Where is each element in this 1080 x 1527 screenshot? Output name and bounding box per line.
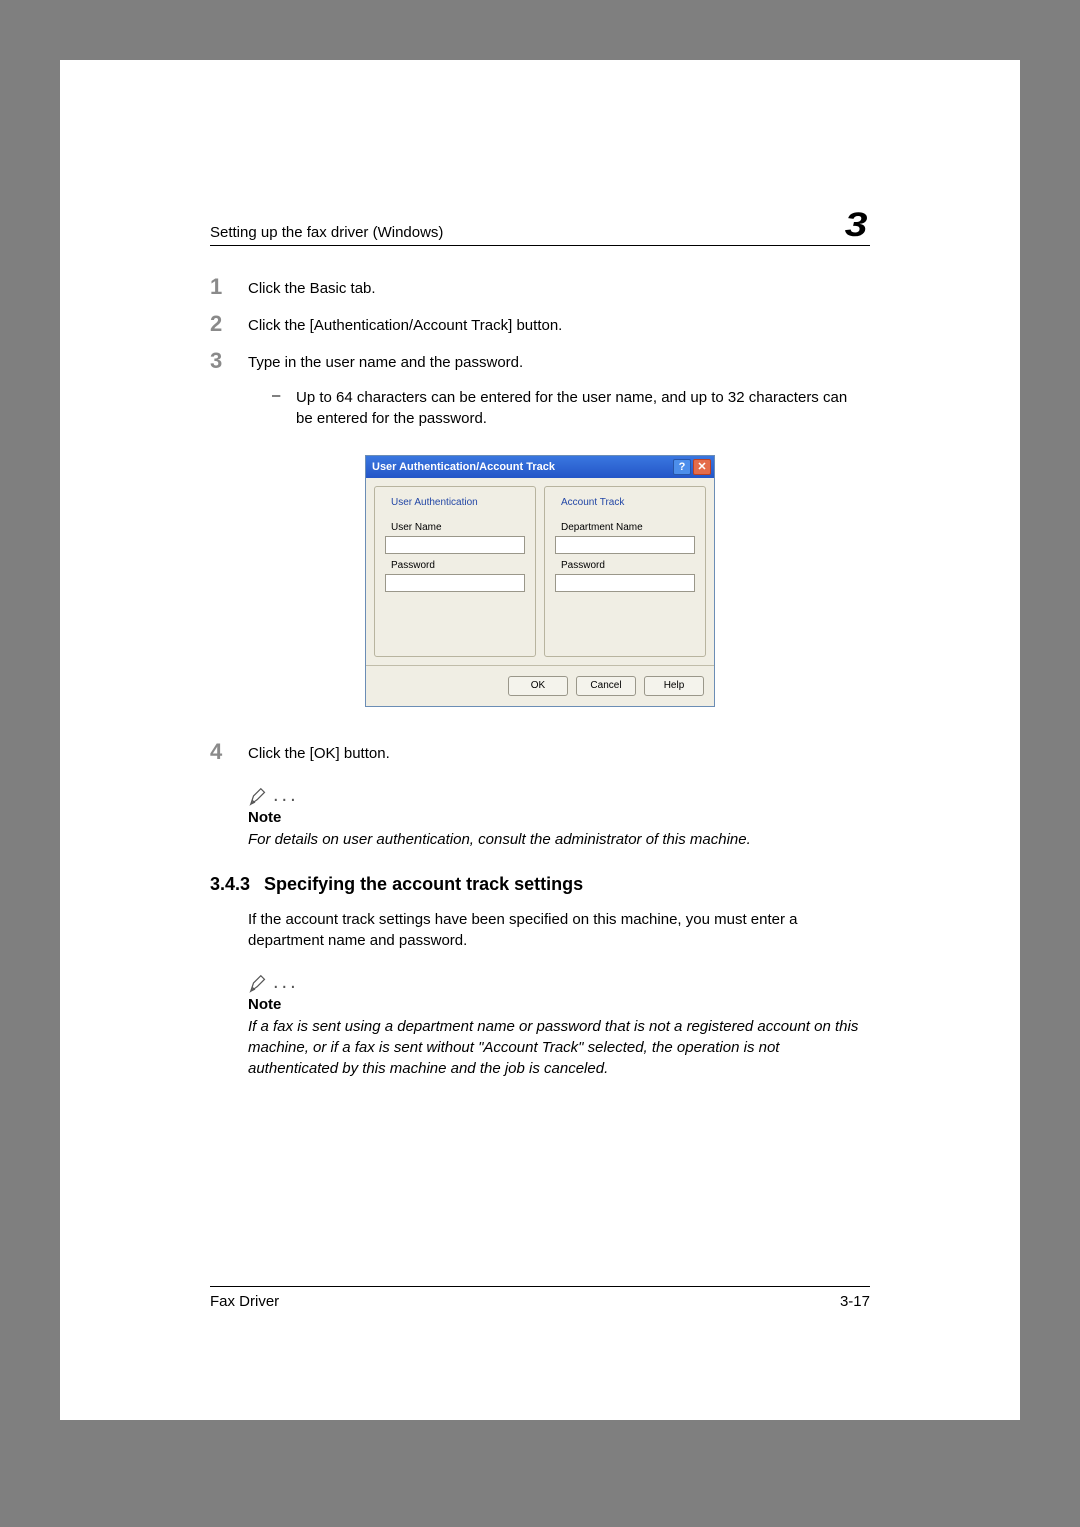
note-icon: ... — [248, 971, 870, 994]
dots-icon: ... — [273, 971, 299, 994]
user-auth-fieldset: User Authentication User Name Password — [374, 486, 536, 657]
chapter-number: 3 — [845, 210, 873, 241]
note-label: Note — [248, 996, 870, 1013]
auth-dialog: User Authentication/Account Track ? ✕ Us… — [365, 455, 715, 707]
fieldset-legend: User Authentication — [387, 497, 482, 508]
step-number: 1 — [210, 276, 248, 299]
dialog-titlebar: User Authentication/Account Track ? ✕ — [366, 456, 714, 478]
step-text: Type in the user name and the password. — [248, 350, 523, 373]
step-number: 4 — [210, 741, 248, 764]
sub-bullet: – Up to 64 characters can be entered for… — [272, 387, 850, 429]
bullet-dash: – — [272, 387, 296, 429]
note-body: If a fax is sent using a department name… — [248, 1016, 870, 1079]
step-1: 1 Click the Basic tab. — [210, 276, 870, 299]
page-footer: Fax Driver 3-17 — [210, 1286, 870, 1310]
step-text: Click the [OK] button. — [248, 741, 390, 764]
ok-button[interactable]: OK — [508, 676, 568, 696]
help-icon[interactable]: ? — [673, 459, 691, 475]
pencil-icon — [248, 972, 270, 994]
section-title: Specifying the account track settings — [264, 874, 583, 894]
close-icon[interactable]: ✕ — [693, 459, 711, 475]
note-body: For details on user authentication, cons… — [248, 829, 870, 850]
field-label-password: Password — [385, 560, 525, 571]
note-1: ... Note For details on user authenticat… — [248, 784, 870, 850]
account-track-fieldset: Account Track Department Name Password — [544, 486, 706, 657]
note-icon: ... — [248, 784, 870, 807]
step-2: 2 Click the [Authentication/Account Trac… — [210, 313, 870, 336]
username-input[interactable] — [385, 536, 525, 554]
dots-icon: ... — [273, 784, 299, 807]
note-label: Note — [248, 809, 870, 826]
section-body: If the account track settings have been … — [248, 909, 870, 951]
dialog-screenshot: User Authentication/Account Track ? ✕ Us… — [210, 455, 870, 707]
dialog-title: User Authentication/Account Track — [372, 461, 555, 473]
document-page: Setting up the fax driver (Windows) 3 1 … — [60, 60, 1020, 1420]
dialog-body: User Authentication User Name Password A… — [366, 478, 714, 665]
account-password-input[interactable] — [555, 574, 695, 592]
pencil-icon — [248, 785, 270, 807]
dialog-footer: OK Cancel Help — [366, 665, 714, 706]
step-4: 4 Click the [OK] button. — [210, 741, 870, 764]
help-button[interactable]: Help — [644, 676, 704, 696]
cancel-button[interactable]: Cancel — [576, 676, 636, 696]
page-header: Setting up the fax driver (Windows) 3 — [210, 210, 870, 246]
field-label-password2: Password — [555, 560, 695, 571]
department-input[interactable] — [555, 536, 695, 554]
step-number: 3 — [210, 350, 248, 373]
section-heading: 3.4.3 Specifying the account track settin… — [210, 874, 870, 895]
step-text: Click the [Authentication/Account Track]… — [248, 313, 562, 336]
header-title: Setting up the fax driver (Windows) — [210, 224, 443, 241]
footer-left: Fax Driver — [210, 1293, 279, 1310]
footer-right: 3-17 — [840, 1293, 870, 1310]
step-text: Click the Basic tab. — [248, 276, 376, 299]
sub-bullet-text: Up to 64 characters can be entered for t… — [296, 387, 850, 429]
titlebar-buttons: ? ✕ — [673, 459, 711, 475]
note-2: ... Note If a fax is sent using a depart… — [248, 971, 870, 1079]
password-input[interactable] — [385, 574, 525, 592]
step-3: 3 Type in the user name and the password… — [210, 350, 870, 373]
step-number: 2 — [210, 313, 248, 336]
field-label-username: User Name — [385, 522, 525, 533]
section-number: 3.4.3 — [210, 874, 250, 895]
fieldset-legend: Account Track — [557, 497, 628, 508]
field-label-dept: Department Name — [555, 522, 695, 533]
